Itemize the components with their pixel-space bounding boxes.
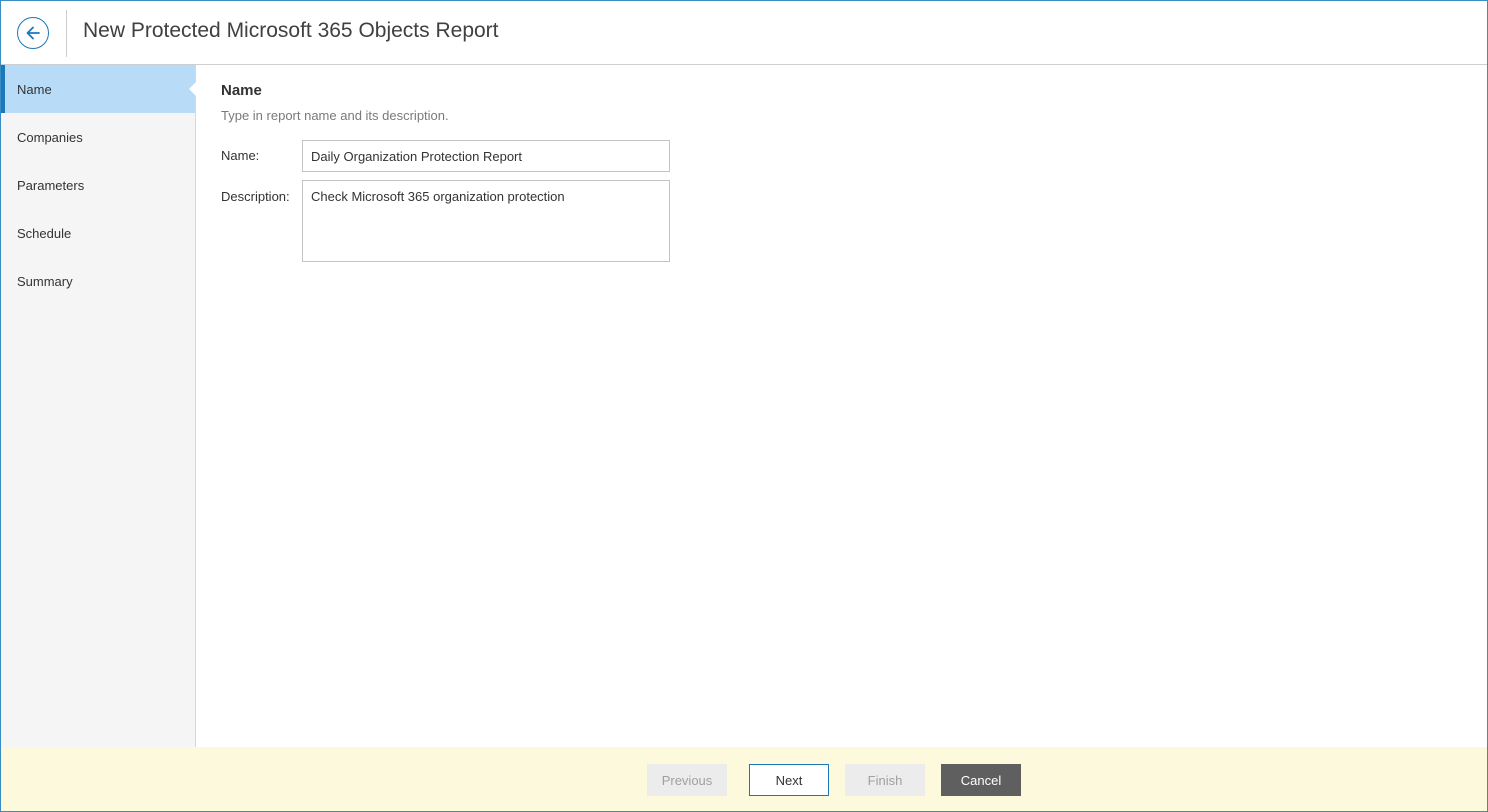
wizard-steps-sidebar: Name Companies Parameters Schedule Summa… [1, 65, 196, 747]
description-input[interactable]: Check Microsoft 365 organization protect… [302, 180, 670, 262]
sidebar-item-label: Schedule [17, 225, 72, 241]
sidebar-item-summary[interactable]: Summary [1, 257, 195, 305]
name-input[interactable] [302, 140, 670, 172]
back-button[interactable] [17, 17, 49, 49]
wizard-footer: Previous Next Finish Cancel [1, 747, 1487, 811]
name-label: Name: [221, 148, 260, 163]
sidebar-item-label: Companies [17, 129, 83, 145]
sidebar-item-parameters[interactable]: Parameters [1, 161, 195, 209]
section-description: Type in report name and its description. [221, 108, 449, 123]
sidebar-item-schedule[interactable]: Schedule [1, 209, 195, 257]
section-title: Name [221, 82, 262, 99]
header-divider [66, 10, 67, 57]
sidebar-item-companies[interactable]: Companies [1, 113, 195, 161]
wizard-window: New Protected Microsoft 365 Objects Repo… [0, 0, 1488, 812]
description-label: Description: [221, 189, 290, 204]
wizard-header: New Protected Microsoft 365 Objects Repo… [1, 1, 1487, 65]
cancel-button[interactable]: Cancel [941, 764, 1021, 796]
next-button[interactable]: Next [749, 764, 829, 796]
sidebar-item-label: Name [17, 81, 52, 97]
sidebar-item-label: Summary [17, 273, 73, 289]
page-title: New Protected Microsoft 365 Objects Repo… [83, 19, 499, 42]
active-step-caret [189, 82, 196, 96]
sidebar-item-name[interactable]: Name [1, 65, 196, 113]
previous-button[interactable]: Previous [647, 764, 727, 796]
arrow-left-icon [26, 26, 40, 40]
sidebar-item-label: Parameters [17, 177, 85, 193]
finish-button[interactable]: Finish [845, 764, 925, 796]
wizard-content: Name Type in report name and its descrip… [197, 66, 1487, 747]
